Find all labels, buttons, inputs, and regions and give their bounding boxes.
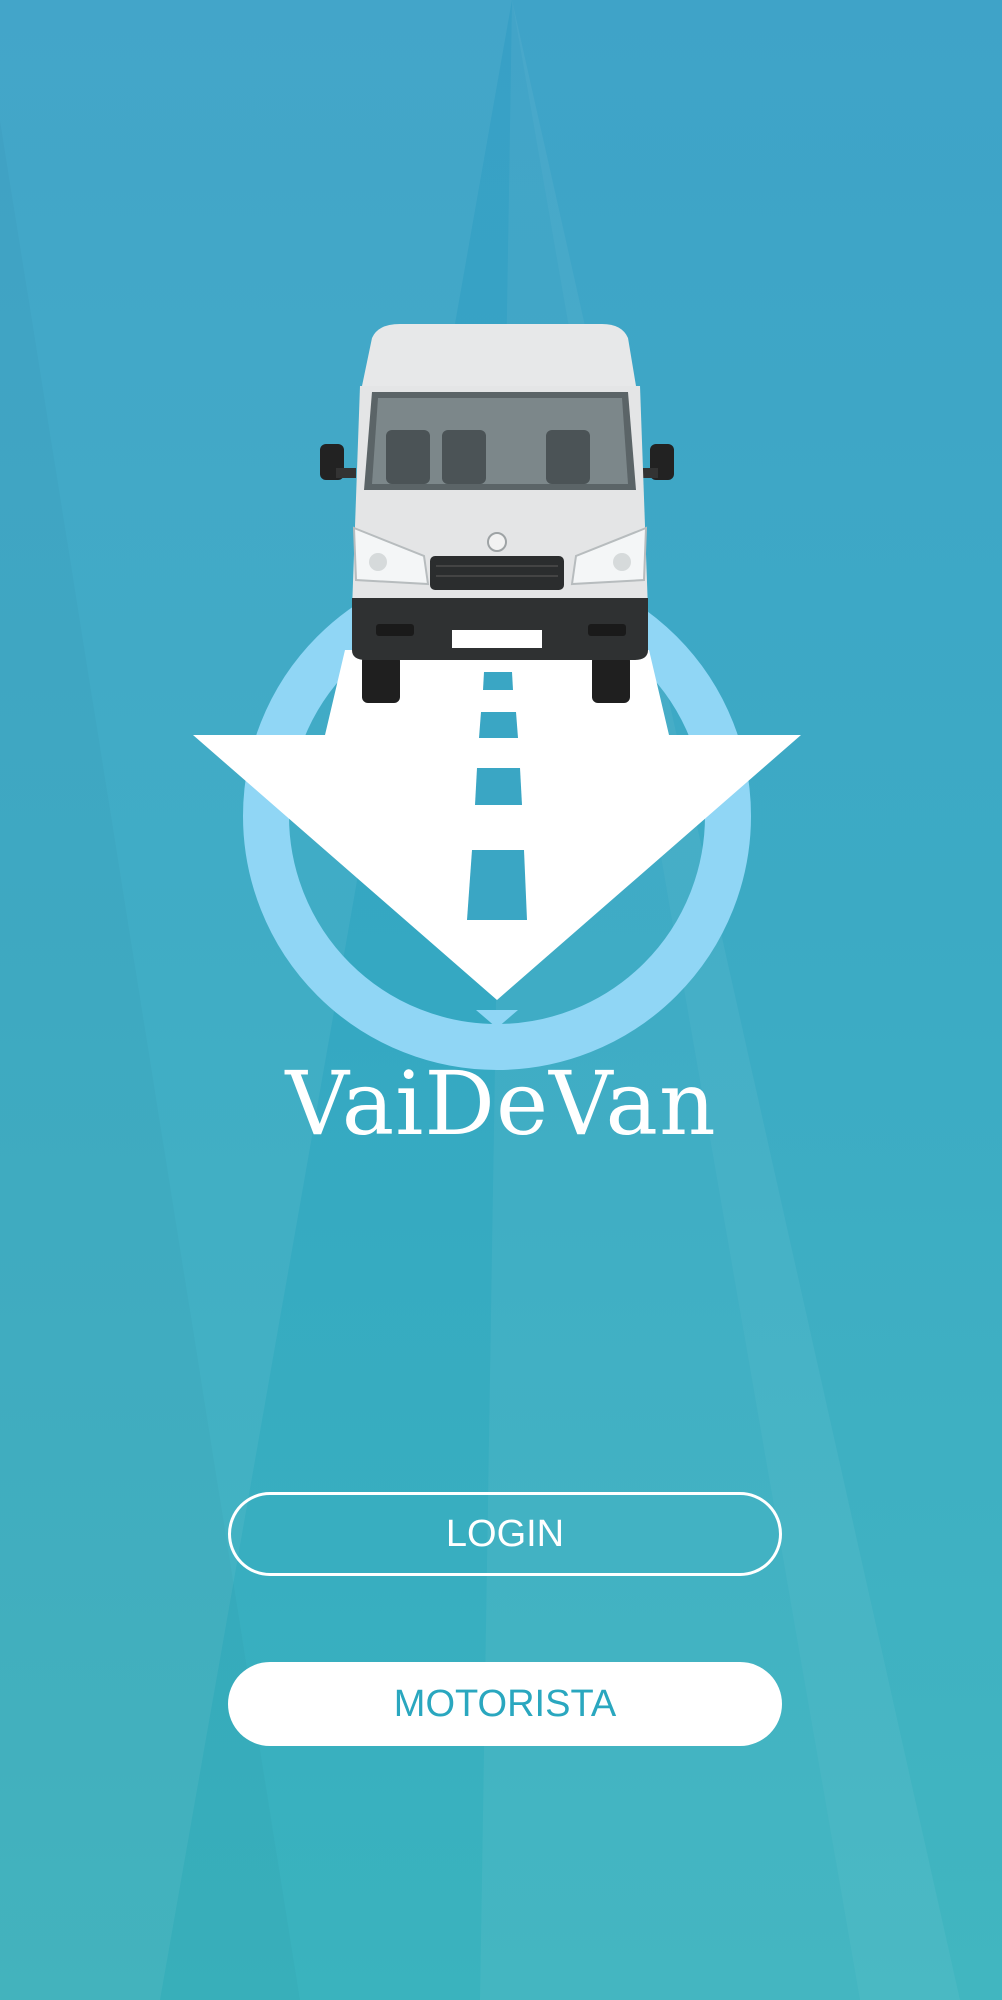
splash-screen: VaiDeVan LOGIN MOTORISTA (0, 0, 1002, 2000)
van-road-arrow-logo-icon (193, 324, 801, 1070)
login-button[interactable]: LOGIN (228, 1492, 782, 1576)
brand-name: VaiDeVan (285, 1052, 717, 1155)
van-icon (320, 324, 674, 703)
motorista-button[interactable]: MOTORISTA (228, 1662, 782, 1746)
